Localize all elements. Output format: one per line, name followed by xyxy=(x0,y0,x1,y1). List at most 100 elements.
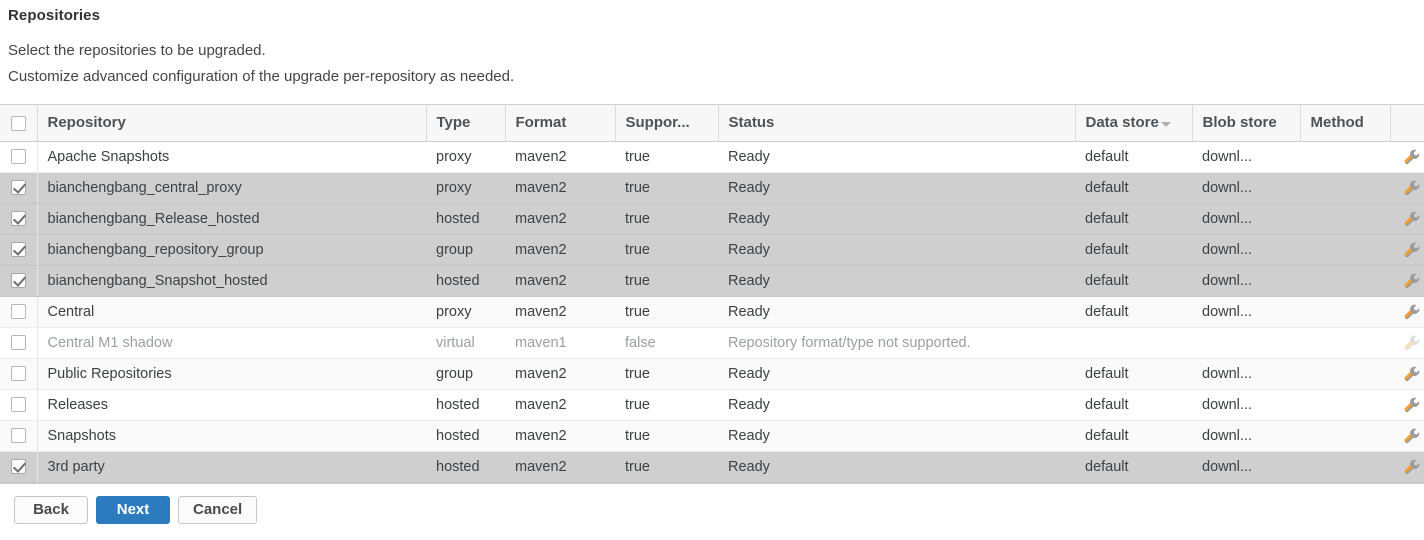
row-select-cell[interactable] xyxy=(0,296,37,327)
row-select-cell[interactable] xyxy=(0,203,37,234)
row-select-cell[interactable] xyxy=(0,420,37,451)
back-button[interactable]: Back xyxy=(14,496,88,524)
row-checkbox[interactable] xyxy=(11,366,26,381)
cell-type: hosted xyxy=(426,389,505,420)
cell-settings-action[interactable] xyxy=(1390,420,1424,451)
cell-settings-action[interactable] xyxy=(1390,451,1424,482)
row-checkbox[interactable] xyxy=(11,273,26,288)
row-checkbox[interactable] xyxy=(11,428,26,443)
table-row[interactable]: Central M1 shadowvirtualmaven1falseRepos… xyxy=(0,327,1424,358)
wrench-icon[interactable] xyxy=(1403,334,1421,352)
cell-method xyxy=(1300,172,1390,203)
cell-supported: true xyxy=(615,389,718,420)
cell-settings-action[interactable] xyxy=(1390,172,1424,203)
table-row[interactable]: Releaseshostedmaven2trueReadydefaultdown… xyxy=(0,389,1424,420)
cell-method xyxy=(1300,203,1390,234)
wrench-icon[interactable] xyxy=(1403,303,1421,321)
cell-settings-action[interactable] xyxy=(1390,234,1424,265)
cell-format: maven1 xyxy=(505,327,615,358)
column-header-repository[interactable]: Repository xyxy=(37,105,426,141)
row-checkbox[interactable] xyxy=(11,242,26,257)
select-all-header[interactable] xyxy=(0,105,37,141)
cell-status: Repository format/type not supported. xyxy=(718,327,1075,358)
table-row[interactable]: Public Repositoriesgroupmaven2trueReadyd… xyxy=(0,358,1424,389)
cell-type: group xyxy=(426,358,505,389)
repositories-grid: Repository Type Format Suppor... Status … xyxy=(0,104,1424,484)
cell-data-store: default xyxy=(1075,265,1192,296)
cell-settings-action[interactable] xyxy=(1390,265,1424,296)
row-select-cell[interactable] xyxy=(0,389,37,420)
row-select-cell[interactable] xyxy=(0,234,37,265)
row-checkbox[interactable] xyxy=(11,149,26,164)
cell-blob-store: downl... xyxy=(1192,234,1300,265)
table-row[interactable]: bianchengbang_Snapshot_hostedhostedmaven… xyxy=(0,265,1424,296)
table-row[interactable]: Apache Snapshotsproxymaven2trueReadydefa… xyxy=(0,141,1424,172)
cell-supported: true xyxy=(615,296,718,327)
cell-status: Ready xyxy=(718,420,1075,451)
table-row[interactable]: bianchengbang_Release_hostedhostedmaven2… xyxy=(0,203,1424,234)
cell-settings-action[interactable] xyxy=(1390,358,1424,389)
column-header-data-store-label: Data store xyxy=(1086,114,1159,131)
column-header-blob-store[interactable]: Blob store xyxy=(1192,105,1300,141)
row-checkbox[interactable] xyxy=(11,211,26,226)
table-row[interactable]: bianchengbang_repository_groupgroupmaven… xyxy=(0,234,1424,265)
cell-repository: bianchengbang_Snapshot_hosted xyxy=(37,265,426,296)
column-header-method-label: Method xyxy=(1311,114,1364,131)
row-checkbox[interactable] xyxy=(11,397,26,412)
cell-settings-action[interactable] xyxy=(1390,389,1424,420)
column-header-data-store[interactable]: Data store xyxy=(1075,105,1192,141)
cell-status: Ready xyxy=(718,234,1075,265)
wrench-icon[interactable] xyxy=(1403,396,1421,414)
row-select-cell[interactable] xyxy=(0,358,37,389)
sort-descending-icon xyxy=(1161,122,1171,127)
row-checkbox[interactable] xyxy=(11,304,26,319)
wrench-icon[interactable] xyxy=(1403,210,1421,228)
cell-repository: Releases xyxy=(37,389,426,420)
cell-settings-action[interactable] xyxy=(1390,327,1424,358)
wrench-icon[interactable] xyxy=(1403,365,1421,383)
next-button[interactable]: Next xyxy=(96,496,170,524)
column-header-status[interactable]: Status xyxy=(718,105,1075,141)
cell-status: Ready xyxy=(718,296,1075,327)
wrench-icon[interactable] xyxy=(1403,272,1421,290)
cell-method xyxy=(1300,296,1390,327)
table-row[interactable]: Centralproxymaven2trueReadydefaultdownl.… xyxy=(0,296,1424,327)
column-header-method[interactable]: Method xyxy=(1300,105,1390,141)
cell-data-store: default xyxy=(1075,296,1192,327)
cell-supported: false xyxy=(615,327,718,358)
select-all-checkbox[interactable] xyxy=(11,116,26,131)
wrench-icon[interactable] xyxy=(1403,427,1421,445)
cell-type: group xyxy=(426,234,505,265)
cell-format: maven2 xyxy=(505,172,615,203)
row-select-cell[interactable] xyxy=(0,172,37,203)
table-row[interactable]: Snapshotshostedmaven2trueReadydefaultdow… xyxy=(0,420,1424,451)
table-row[interactable]: 3rd partyhostedmaven2trueReadydefaultdow… xyxy=(0,451,1424,482)
cell-repository: bianchengbang_central_proxy xyxy=(37,172,426,203)
cell-type: proxy xyxy=(426,141,505,172)
cell-format: maven2 xyxy=(505,451,615,482)
cell-settings-action[interactable] xyxy=(1390,203,1424,234)
wrench-icon[interactable] xyxy=(1403,148,1421,166)
row-select-cell[interactable] xyxy=(0,327,37,358)
column-header-status-label: Status xyxy=(729,114,775,131)
cell-settings-action[interactable] xyxy=(1390,141,1424,172)
cell-settings-action[interactable] xyxy=(1390,296,1424,327)
row-checkbox[interactable] xyxy=(11,180,26,195)
cell-supported: true xyxy=(615,172,718,203)
cell-status: Ready xyxy=(718,141,1075,172)
column-header-supported[interactable]: Suppor... xyxy=(615,105,718,141)
row-checkbox[interactable] xyxy=(11,459,26,474)
cell-supported: true xyxy=(615,203,718,234)
wrench-icon[interactable] xyxy=(1403,179,1421,197)
row-select-cell[interactable] xyxy=(0,141,37,172)
column-header-format[interactable]: Format xyxy=(505,105,615,141)
row-select-cell[interactable] xyxy=(0,451,37,482)
row-select-cell[interactable] xyxy=(0,265,37,296)
row-checkbox[interactable] xyxy=(11,335,26,350)
cell-supported: true xyxy=(615,234,718,265)
wrench-icon[interactable] xyxy=(1403,458,1421,476)
column-header-type[interactable]: Type xyxy=(426,105,505,141)
cancel-button[interactable]: Cancel xyxy=(178,496,257,524)
table-row[interactable]: bianchengbang_central_proxyproxymaven2tr… xyxy=(0,172,1424,203)
wrench-icon[interactable] xyxy=(1403,241,1421,259)
